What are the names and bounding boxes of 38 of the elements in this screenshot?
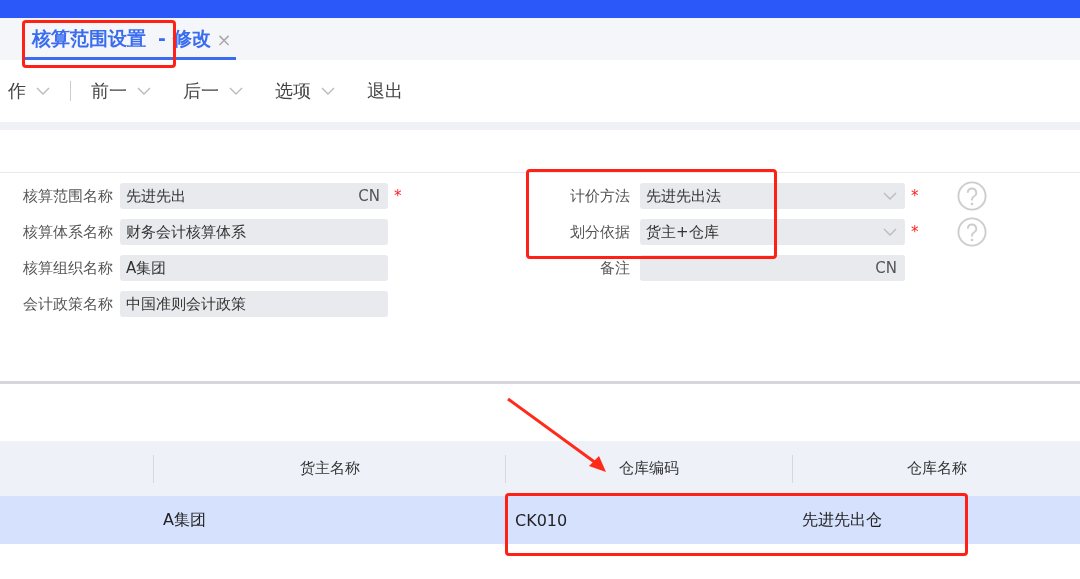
toolbar-button[interactable]: 前一 bbox=[75, 79, 167, 103]
input-field[interactable]: CN bbox=[640, 255, 905, 281]
input-field[interactable]: 财务会计核算体系 bbox=[120, 219, 388, 245]
table-cell: A集团 bbox=[163, 509, 206, 531]
tab-title: 核算范围设置 bbox=[32, 26, 147, 51]
help-icon[interactable] bbox=[957, 217, 987, 247]
table-cell: CK010 bbox=[515, 510, 568, 530]
chevron-down-icon bbox=[883, 228, 897, 236]
field-label: 会计政策名称 bbox=[22, 294, 113, 314]
required-mark: * bbox=[911, 187, 920, 205]
input-field[interactable]: 先进先出 CN bbox=[120, 183, 388, 209]
column-header: 仓库编码 bbox=[619, 459, 679, 478]
column-header: 货主名称 bbox=[299, 459, 360, 478]
dropdown-field[interactable]: 先进先出法 bbox=[640, 183, 905, 209]
chevron-down-icon bbox=[883, 192, 897, 200]
chevron-down-icon bbox=[229, 87, 243, 95]
toolbar-button[interactable]: 退出 bbox=[351, 79, 419, 103]
table-cell: 先进先出仓 bbox=[802, 509, 882, 531]
help-icon[interactable] bbox=[957, 181, 987, 211]
toolbar-button[interactable]: 后一 bbox=[167, 79, 259, 103]
field-label: 划分依据 bbox=[569, 222, 630, 242]
input-field[interactable]: A集团 bbox=[120, 255, 388, 281]
required-mark: * bbox=[911, 223, 920, 241]
chevron-down-icon bbox=[137, 87, 151, 95]
chevron-down-icon bbox=[36, 87, 50, 95]
required-mark: * bbox=[394, 187, 403, 205]
field-label: 备注 bbox=[599, 258, 630, 278]
toolbar-button[interactable]: 选项 bbox=[259, 79, 351, 103]
input-field[interactable]: 中国准则会计政策 bbox=[120, 291, 388, 317]
dropdown-field[interactable]: 货主+仓库 bbox=[640, 219, 905, 245]
table-row[interactable]: A集团 CK010 先进先出仓 bbox=[0, 496, 1080, 544]
field-label: 核算体系名称 bbox=[22, 222, 113, 242]
field-label: 核算范围名称 bbox=[22, 186, 113, 206]
toolbar-button[interactable]: 作 bbox=[0, 79, 66, 103]
field-label: 计价方法 bbox=[569, 186, 630, 206]
column-header: 仓库名称 bbox=[906, 459, 967, 478]
field-label: 核算组织名称 bbox=[22, 258, 113, 278]
chevron-down-icon bbox=[321, 87, 335, 95]
